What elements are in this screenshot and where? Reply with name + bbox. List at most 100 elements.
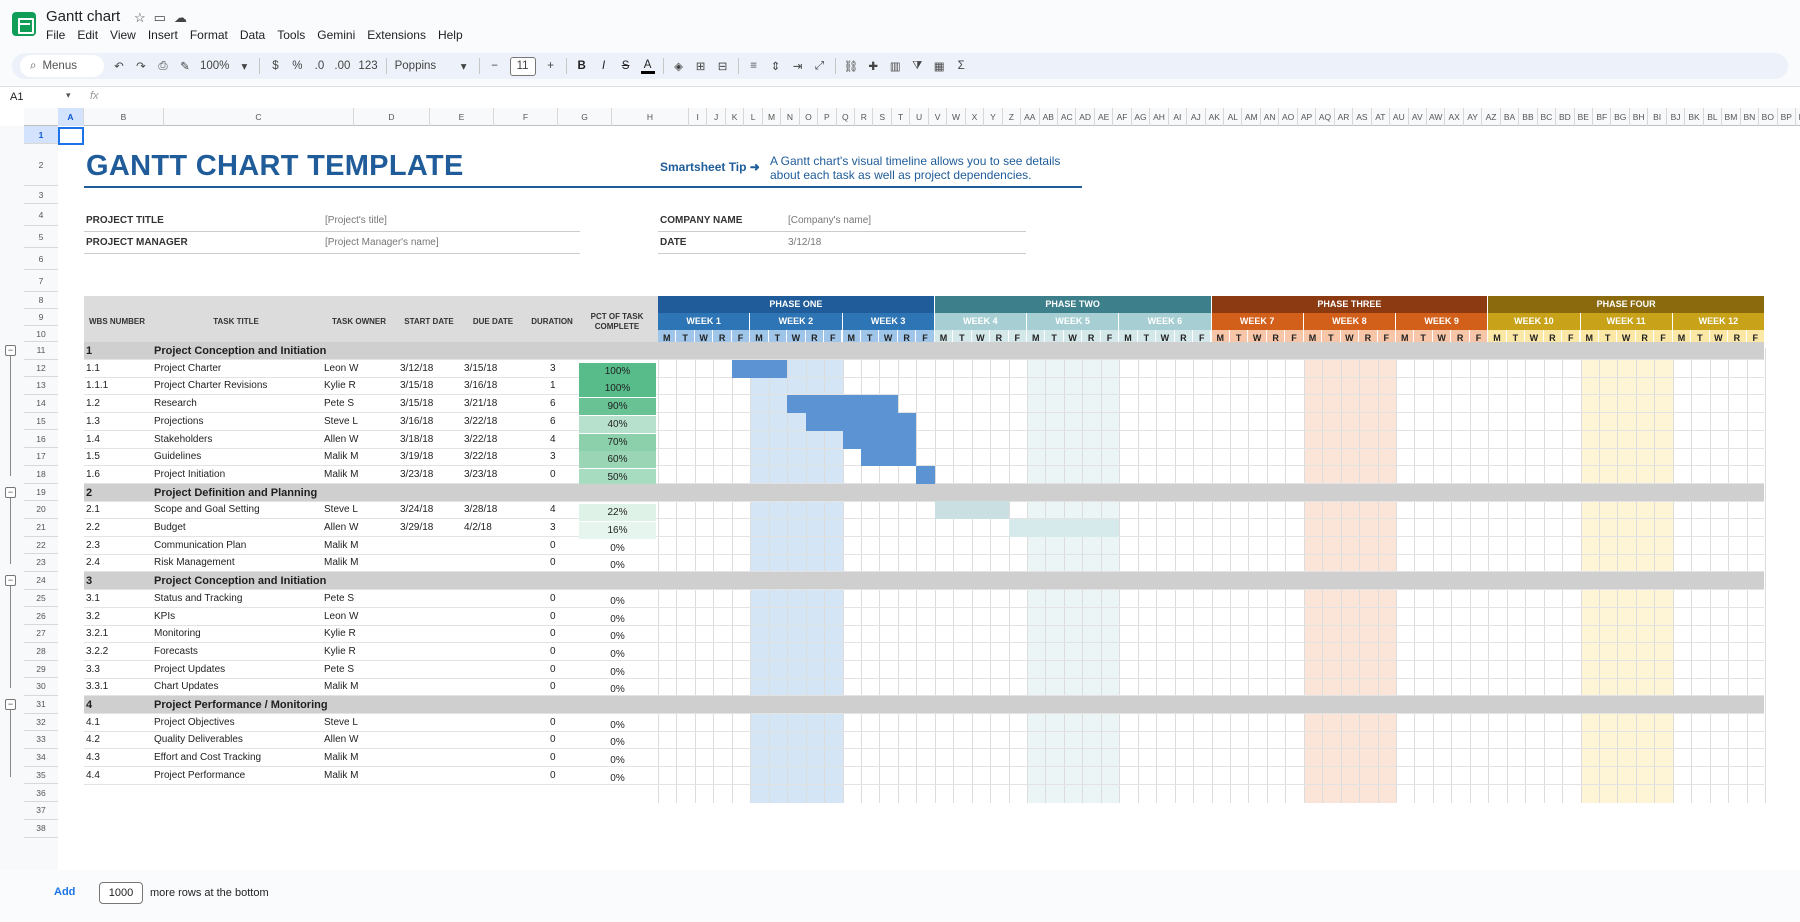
task-title[interactable]: Project Charter — [154, 363, 221, 374]
task-owner[interactable]: Malik M — [324, 451, 358, 462]
column-header-as[interactable]: AS — [1353, 108, 1372, 126]
gantt-bar[interactable] — [916, 465, 935, 484]
column-header-o[interactable]: O — [800, 108, 819, 126]
column-header-s[interactable]: S — [874, 108, 892, 126]
column-header-ay[interactable]: AY — [1464, 108, 1483, 126]
task-owner[interactable]: Malik M — [324, 540, 358, 551]
duration[interactable]: 0 — [550, 681, 556, 692]
column-header-bf[interactable]: BF — [1593, 108, 1612, 126]
wbs-number[interactable]: 4.2 — [86, 734, 100, 745]
wbs-number[interactable]: 1 — [86, 345, 92, 357]
column-header-ao[interactable]: AO — [1279, 108, 1298, 126]
borders-icon[interactable]: ⊞ — [694, 59, 708, 73]
gantt-bar[interactable] — [1008, 519, 1120, 537]
column-header-d[interactable]: D — [354, 108, 430, 126]
font-select[interactable]: Poppins — [395, 60, 449, 72]
column-header-z[interactable]: Z — [1003, 108, 1022, 126]
duration[interactable]: 0 — [550, 611, 556, 622]
task-row[interactable]: 1.6 Project Initiation Malik M 3/23/18 3/23/… — [84, 465, 1764, 486]
column-header-ai[interactable]: AI — [1169, 108, 1188, 126]
column-header-a[interactable]: A — [58, 108, 84, 126]
task-title[interactable]: Scope and Goal Setting — [154, 504, 260, 515]
wbs-number[interactable]: 2.2 — [86, 522, 100, 533]
row-header-22[interactable]: 22 — [24, 537, 58, 555]
collapse-group-icon[interactable]: − — [5, 345, 16, 356]
column-header-w[interactable]: W — [947, 108, 966, 126]
task-row[interactable]: 4.1 Project Objectives Steve L 0 0% — [84, 714, 1764, 732]
column-header-au[interactable]: AU — [1390, 108, 1409, 126]
move-folder-icon[interactable]: ▭ — [154, 10, 166, 26]
row-header-2[interactable]: 2 — [24, 144, 58, 186]
task-owner[interactable]: Malik M — [324, 469, 358, 480]
section-row[interactable]: 1 Project Conception and Initiation — [84, 342, 1764, 360]
task-owner[interactable]: Allen W — [324, 434, 358, 445]
column-header-bj[interactable]: BJ — [1667, 108, 1686, 126]
task-row[interactable]: 3.1 Status and Tracking Pete S 0 0% — [84, 590, 1764, 608]
column-header-b[interactable]: B — [84, 108, 164, 126]
text-rotation-icon[interactable]: ⤢ — [813, 60, 827, 73]
star-icon[interactable]: ☆ — [134, 10, 146, 26]
column-header-ad[interactable]: AD — [1076, 108, 1095, 126]
italic-button[interactable]: I — [597, 60, 611, 72]
duration[interactable]: 0 — [550, 469, 556, 480]
task-owner[interactable]: Allen W — [324, 734, 358, 745]
task-title[interactable]: Stakeholders — [154, 434, 212, 445]
start-date[interactable]: 3/18/18 — [400, 434, 433, 445]
wbs-number[interactable]: 2.1 — [86, 504, 100, 515]
column-header-ap[interactable]: AP — [1298, 108, 1317, 126]
merge-cells-icon[interactable]: ⊟ — [716, 59, 730, 73]
column-header-bq[interactable]: BQ — [1796, 108, 1800, 126]
font-size-increase-button[interactable]: + — [544, 60, 558, 72]
column-header-aa[interactable]: AA — [1021, 108, 1040, 126]
row-header-36[interactable]: 36 — [24, 785, 58, 803]
task-row[interactable]: 3.2 KPIs Leon W 0 0% — [84, 608, 1764, 626]
task-title[interactable]: Project Performance / Monitoring — [154, 699, 328, 711]
row-header-32[interactable]: 32 — [24, 714, 58, 732]
task-owner[interactable]: Steve L — [324, 717, 358, 728]
task-title[interactable]: Monitoring — [154, 628, 201, 639]
start-date[interactable]: 3/23/18 — [400, 469, 433, 480]
wbs-number[interactable]: 2.4 — [86, 557, 100, 568]
due-date[interactable]: 3/15/18 — [464, 363, 497, 374]
column-header-am[interactable]: AM — [1243, 108, 1261, 126]
row-header-28[interactable]: 28 — [24, 643, 58, 661]
task-title[interactable]: Forecasts — [154, 646, 198, 657]
duration[interactable]: 0 — [550, 646, 556, 657]
column-header-bl[interactable]: BL — [1704, 108, 1723, 126]
filter-icon[interactable]: ⧩ — [910, 60, 924, 73]
task-row[interactable]: 4.2 Quality Deliverables Allen W 0 0% — [84, 731, 1764, 750]
number-format-button[interactable]: 123 — [358, 60, 377, 72]
menu-search[interactable]: ⌕ Menus — [20, 55, 104, 77]
column-header-av[interactable]: AV — [1409, 108, 1427, 126]
paint-format-icon[interactable]: ✎ — [178, 59, 192, 73]
add-rows-button[interactable]: Add — [54, 886, 75, 898]
column-header-be[interactable]: BE — [1575, 108, 1594, 126]
column-header-h[interactable]: H — [612, 108, 689, 126]
task-row[interactable]: 1.5 Guidelines Malik M 3/19/18 3/22/18 3 60% — [84, 448, 1764, 469]
insert-link-icon[interactable]: ⛓ — [844, 59, 859, 73]
task-row[interactable]: 1.3 Projections Steve L 3/16/18 3/22/18 6 40% — [84, 412, 1764, 433]
column-header-ba[interactable]: BA — [1501, 108, 1520, 126]
row-header-27[interactable]: 27 — [24, 625, 58, 643]
column-header-ah[interactable]: AH — [1150, 108, 1169, 126]
redo-icon[interactable]: ↷ — [134, 59, 148, 73]
column-header-an[interactable]: AN — [1261, 108, 1280, 126]
column-header-bn[interactable]: BN — [1741, 108, 1760, 126]
task-row[interactable]: 4.3 Effort and Cost Tracking Malik M 0 0% — [84, 749, 1764, 768]
row-header-16[interactable]: 16 — [24, 431, 58, 449]
project-manager-value[interactable]: [Project Manager's name] — [325, 237, 439, 248]
task-title[interactable]: Research — [154, 398, 197, 409]
task-title[interactable]: Project Initiation — [154, 469, 225, 480]
collapse-group-icon[interactable]: − — [5, 699, 16, 710]
row-header-7[interactable]: 7 — [24, 270, 58, 292]
row-header-26[interactable]: 26 — [24, 608, 58, 626]
font-dropdown-icon[interactable]: ▾ — [457, 59, 471, 73]
row-header-38[interactable]: 38 — [24, 820, 58, 838]
column-header-az[interactable]: AZ — [1482, 108, 1501, 126]
task-title[interactable]: Quality Deliverables — [154, 734, 243, 745]
row-header-24[interactable]: 24 — [24, 572, 58, 590]
duration[interactable]: 0 — [550, 770, 556, 781]
duration[interactable]: 1 — [550, 380, 556, 391]
column-header-c[interactable]: C — [164, 108, 354, 126]
bold-button[interactable]: B — [575, 60, 589, 72]
